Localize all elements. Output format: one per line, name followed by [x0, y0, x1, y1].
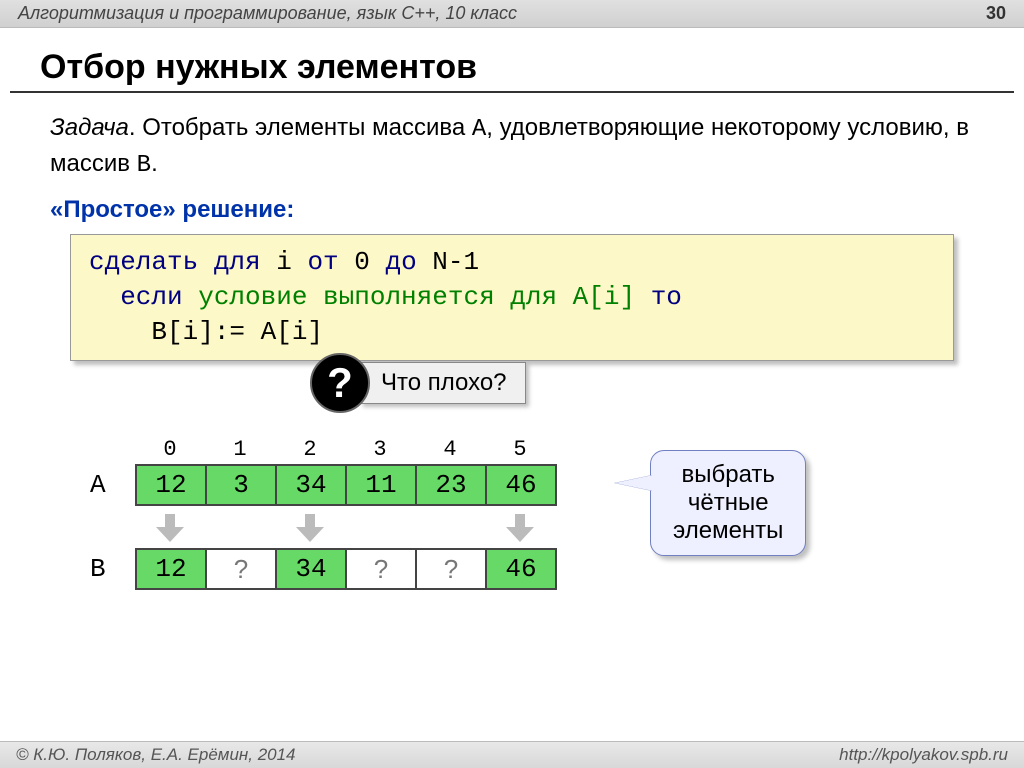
- array-cell: ?: [417, 550, 487, 588]
- index-cell: 2: [275, 437, 345, 462]
- array-a-name: A: [472, 116, 486, 143]
- array-b-name: B: [137, 152, 151, 179]
- page-number: 30: [986, 3, 1006, 24]
- page-title: Отбор нужных элементов: [10, 38, 1014, 93]
- subject-text: Алгоритмизация и программирование, язык …: [18, 3, 517, 24]
- content-area: Задача. Отобрать элементы массива A, удо…: [0, 93, 1024, 608]
- callout-line: элементы: [673, 517, 783, 545]
- array-a-label: A: [90, 470, 135, 500]
- footer-url: http://kpolyakov.spb.ru: [839, 745, 1008, 765]
- down-arrow-icon: [296, 514, 324, 542]
- index-cell: 5: [485, 437, 555, 462]
- array-a-cells: 12 3 34 11 23 46: [135, 464, 557, 506]
- solution-heading: «Простое» решение:: [50, 196, 974, 224]
- down-arrow-icon: [506, 514, 534, 542]
- code-line-1: сделать для i от 0 до N-1: [89, 245, 935, 280]
- array-cell: 34: [277, 550, 347, 588]
- array-a-row: A 12 3 34 11 23 46: [90, 464, 974, 506]
- array-cell: 11: [347, 466, 417, 504]
- index-cell: 1: [205, 437, 275, 462]
- array-cell: 3: [207, 466, 277, 504]
- footer-bar: © К.Ю. Поляков, Е.А. Ерёмин, 2014 http:/…: [0, 741, 1024, 768]
- index-cell: 0: [135, 437, 205, 462]
- array-b-label: B: [90, 554, 135, 584]
- array-b-row: B 12 ? 34 ? ? 46: [90, 548, 974, 590]
- arrows-row: [135, 514, 974, 542]
- index-cell: 4: [415, 437, 485, 462]
- callout-line: выбрать: [673, 461, 783, 489]
- index-row: 0 1 2 3 4 5: [135, 437, 974, 462]
- top-bar: Алгоритмизация и программирование, язык …: [0, 0, 1024, 28]
- index-cell: 3: [345, 437, 415, 462]
- array-cell: ?: [347, 550, 417, 588]
- array-diagram: 0 1 2 3 4 5 A 12 3 34 11 23 46: [90, 437, 974, 590]
- down-arrow-icon: [156, 514, 184, 542]
- callout-line: чётные: [673, 489, 783, 517]
- array-cell: ?: [207, 550, 277, 588]
- array-b-cells: 12 ? 34 ? ? 46: [135, 548, 557, 590]
- question-mark-icon: ?: [310, 353, 370, 413]
- array-cell: 46: [487, 550, 555, 588]
- array-cell: 46: [487, 466, 555, 504]
- array-cell: 12: [137, 466, 207, 504]
- question-text: Что плохо?: [360, 362, 526, 404]
- task-text: Задача. Отобрать элементы массива A, удо…: [50, 111, 974, 182]
- footer-copyright: © К.Ю. Поляков, Е.А. Ерёмин, 2014: [16, 745, 296, 765]
- code-line-3: B[i]:= A[i]: [89, 315, 935, 350]
- code-box: сделать для i от 0 до N-1 если условие в…: [70, 234, 954, 361]
- array-cell: 23: [417, 466, 487, 504]
- task-label: Задача: [50, 114, 129, 141]
- select-even-callout: выбрать чётные элементы: [650, 450, 806, 556]
- code-line-2: если условие выполняется для A[i] то: [89, 280, 935, 315]
- array-cell: 12: [137, 550, 207, 588]
- question-callout: ? Что плохо?: [310, 353, 974, 413]
- array-cell: 34: [277, 466, 347, 504]
